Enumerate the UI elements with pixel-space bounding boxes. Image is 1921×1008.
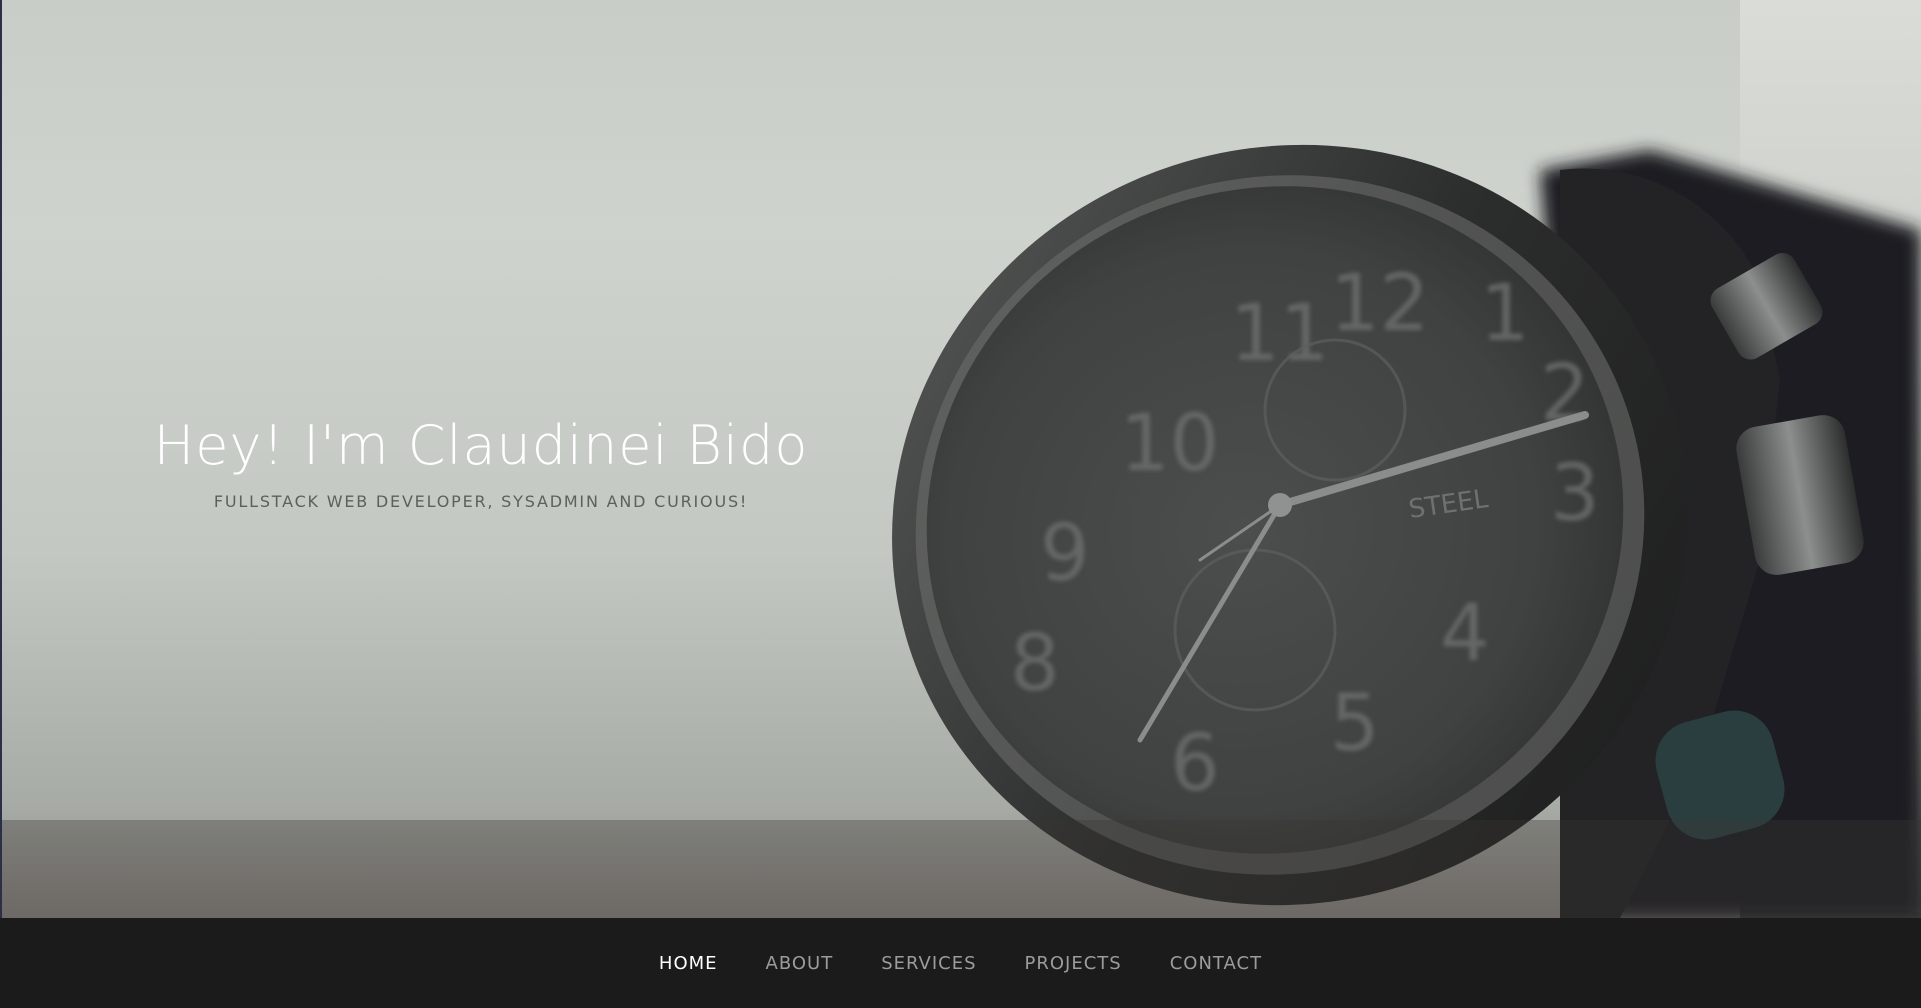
nav-item-home[interactable]: HOME	[635, 953, 742, 974]
page: 12 1 2 11 10 9 8 6 5 4 3 STEEL Hey! I'm …	[0, 0, 1921, 1008]
svg-text:10: 10	[1120, 399, 1219, 489]
nav-item-contact[interactable]: CONTACT	[1146, 953, 1286, 974]
svg-text:12: 12	[1330, 259, 1429, 349]
svg-text:9: 9	[1040, 509, 1090, 599]
hero-section: 12 1 2 11 10 9 8 6 5 4 3 STEEL Hey! I'm …	[0, 0, 1921, 918]
main-navbar: HOME ABOUT SERVICES PROJECTS CONTACT	[0, 918, 1921, 1008]
svg-text:6: 6	[1170, 719, 1220, 809]
nav-item-projects[interactable]: PROJECTS	[1001, 953, 1146, 974]
hero-subtitle: FULLSTACK WEB DEVELOPER, SYSADMIN AND CU…	[213, 492, 749, 511]
svg-text:5: 5	[1330, 679, 1380, 769]
svg-text:3: 3	[1550, 449, 1600, 539]
nav-item-about[interactable]: ABOUT	[742, 953, 858, 974]
hero-title: Hey! I'm Claudinei Bido	[153, 414, 809, 477]
nav-item-services[interactable]: SERVICES	[857, 953, 1000, 974]
svg-text:1: 1	[1480, 269, 1530, 359]
svg-text:4: 4	[1440, 589, 1490, 679]
svg-text:8: 8	[1010, 619, 1060, 709]
